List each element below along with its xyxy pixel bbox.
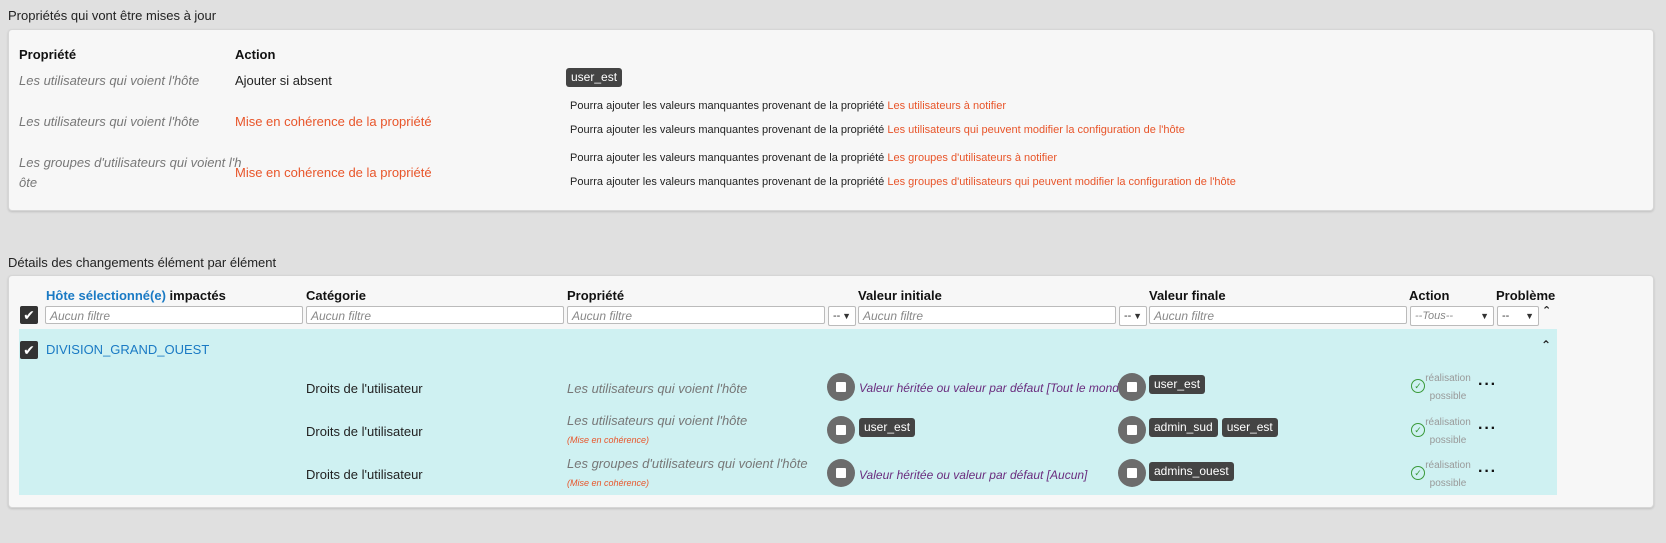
- col-problem: Problème: [1496, 288, 1556, 303]
- property-link[interactable]: Les utilisateurs à notifier: [887, 100, 1006, 112]
- value-tag: user_est: [1149, 375, 1206, 394]
- check-circle-icon: ✓: [1411, 379, 1425, 393]
- summary-line-prefix: Pourra ajouter les valeurs manquantes pr…: [570, 124, 885, 136]
- status-line: réalisation: [1425, 417, 1471, 428]
- value-tag: user_est: [1221, 418, 1278, 437]
- initial-value-text: Valeur héritée ou valeur par défaut [Tou…: [859, 381, 1129, 395]
- summary-col-property: Propriété: [19, 47, 77, 62]
- summary-line-prefix: Pourra ajouter les valeurs manquantes pr…: [570, 152, 885, 164]
- summary-line-prefix: Pourra ajouter les valeurs manquantes pr…: [570, 176, 885, 188]
- summary-panel: Propriété Action Les utilisateurs qui vo…: [8, 29, 1654, 211]
- select-all-checkbox[interactable]: ✔: [20, 306, 38, 324]
- row-category: Droits de l'utilisateur: [306, 424, 423, 439]
- summary-row-property: Les utilisateurs qui voient l'hôte: [19, 73, 200, 88]
- action-filter-select[interactable]: --Tous-- ▼: [1410, 306, 1494, 326]
- property-link[interactable]: Les groupes d'utilisateurs qui peuvent m…: [887, 176, 1235, 188]
- value-tag: admins_ouest: [1149, 462, 1234, 481]
- value-tag: user_est: [859, 418, 916, 437]
- col-final: Valeur finale: [1149, 288, 1226, 303]
- col-category: Catégorie: [306, 288, 366, 303]
- status-line: possible: [1429, 391, 1467, 402]
- select-value: --: [1502, 310, 1510, 322]
- chevron-down-icon: ▼: [1480, 311, 1489, 321]
- col-host-suffix: impactés: [165, 288, 226, 303]
- double-chevron-up-icon[interactable]: ⌃: [1542, 304, 1551, 317]
- summary-col-action: Action: [235, 47, 276, 62]
- category-filter-input[interactable]: Aucun filtre: [306, 306, 564, 324]
- problem-filter-select[interactable]: -- ▼: [1497, 306, 1539, 326]
- summary-line: Pourra ajouter les valeurs manquantes pr…: [570, 124, 1185, 136]
- summary-line: Pourra ajouter les valeurs manquantes pr…: [570, 100, 1006, 112]
- details-panel: Hôte sélectionné(e) impactés Catégorie P…: [8, 275, 1654, 508]
- status-line: réalisation: [1425, 460, 1471, 471]
- chevron-down-icon: ▼: [1133, 311, 1142, 321]
- summary-line: Pourra ajouter les valeurs manquantes pr…: [570, 176, 1236, 188]
- summary-line-prefix: Pourra ajouter les valeurs manquantes pr…: [570, 100, 885, 112]
- row-category: Droits de l'utilisateur: [306, 381, 423, 396]
- group-checkbox[interactable]: ✔: [20, 341, 38, 359]
- property-link[interactable]: Les groupes d'utilisateurs à notifier: [887, 152, 1057, 164]
- summary-row-action: Mise en cohérence de la propriété: [235, 114, 432, 129]
- final-tags: admin_sud user_est: [1149, 418, 1282, 437]
- select-value: --: [1124, 310, 1132, 322]
- value-tag: user_est: [566, 68, 623, 87]
- row-category: Droits de l'utilisateur: [306, 467, 423, 482]
- row-property: Les utilisateurs qui voient l'hôte: [567, 381, 748, 396]
- summary-row-action: Mise en cohérence de la propriété: [235, 165, 432, 180]
- col-action: Action: [1409, 288, 1450, 303]
- final-select-toggle[interactable]: [1118, 373, 1146, 401]
- property-link[interactable]: Les utilisateurs qui peuvent modifier la…: [887, 124, 1184, 136]
- summary-row-property: Les groupes d'utilisateurs qui voient l'…: [19, 155, 242, 170]
- summary-row-property: Les utilisateurs qui voient l'hôte: [19, 114, 200, 129]
- selected-host-link[interactable]: Hôte sélectionné(e): [46, 288, 166, 303]
- select-value: --Tous--: [1415, 310, 1454, 322]
- chevron-down-icon: ▼: [1525, 311, 1534, 321]
- final-select-toggle[interactable]: [1118, 416, 1146, 444]
- property-filter-input[interactable]: Aucun filtre: [567, 306, 825, 324]
- row-property: Les utilisateurs qui voient l'hôte: [567, 413, 748, 428]
- row-note: (Mise en cohérence): [567, 478, 650, 488]
- status-text: réalisation possible: [1425, 414, 1471, 450]
- col-initial: Valeur initiale: [858, 288, 942, 303]
- check-icon: ✔: [23, 342, 35, 358]
- row-property: Les groupes d'utilisateurs qui voient l'…: [567, 456, 808, 471]
- details-title: Détails des changements élément par élém…: [8, 255, 277, 270]
- initial-value-text: Valeur héritée ou valeur par défaut [Auc…: [859, 468, 1088, 482]
- final-select-toggle[interactable]: [1118, 459, 1146, 487]
- row-note: (Mise en cohérence): [567, 435, 650, 445]
- more-icon[interactable]: ···: [1478, 463, 1497, 481]
- summary-row-property-cont: ôte: [19, 175, 38, 190]
- initial-select-toggle[interactable]: [827, 416, 855, 444]
- summary-title: Propriétés qui vont être mises à jour: [8, 8, 217, 23]
- status-line: réalisation: [1425, 373, 1471, 384]
- check-circle-icon: ✓: [1411, 466, 1425, 480]
- more-icon[interactable]: ···: [1478, 376, 1497, 394]
- initial-select-toggle[interactable]: [827, 459, 855, 487]
- col-host: Hôte sélectionné(e) impactés: [46, 288, 226, 303]
- status-line: possible: [1429, 435, 1467, 446]
- initial-filter-input[interactable]: Aucun filtre: [858, 306, 1116, 324]
- check-circle-icon: ✓: [1411, 423, 1425, 437]
- value-tag: admin_sud: [1149, 418, 1218, 437]
- final-filter-select[interactable]: -- ▼: [1119, 306, 1147, 326]
- more-icon[interactable]: ···: [1478, 420, 1497, 438]
- check-icon: ✔: [23, 307, 35, 323]
- host-filter-input[interactable]: Aucun filtre: [45, 306, 303, 324]
- status-text: réalisation possible: [1425, 370, 1471, 406]
- initial-filter-select[interactable]: -- ▼: [828, 306, 856, 326]
- group-name-link[interactable]: DIVISION_GRAND_OUEST: [46, 342, 209, 357]
- status-line: possible: [1429, 478, 1467, 489]
- final-filter-input[interactable]: Aucun filtre: [1149, 306, 1407, 324]
- initial-select-toggle[interactable]: [827, 373, 855, 401]
- col-property: Propriété: [567, 288, 625, 303]
- summary-line: Pourra ajouter les valeurs manquantes pr…: [570, 152, 1057, 164]
- chevron-up-icon[interactable]: ⌃: [1541, 338, 1551, 352]
- summary-row-action: Ajouter si absent: [235, 73, 332, 88]
- status-text: réalisation possible: [1425, 457, 1471, 493]
- chevron-down-icon: ▼: [842, 311, 851, 321]
- select-value: --: [833, 310, 841, 322]
